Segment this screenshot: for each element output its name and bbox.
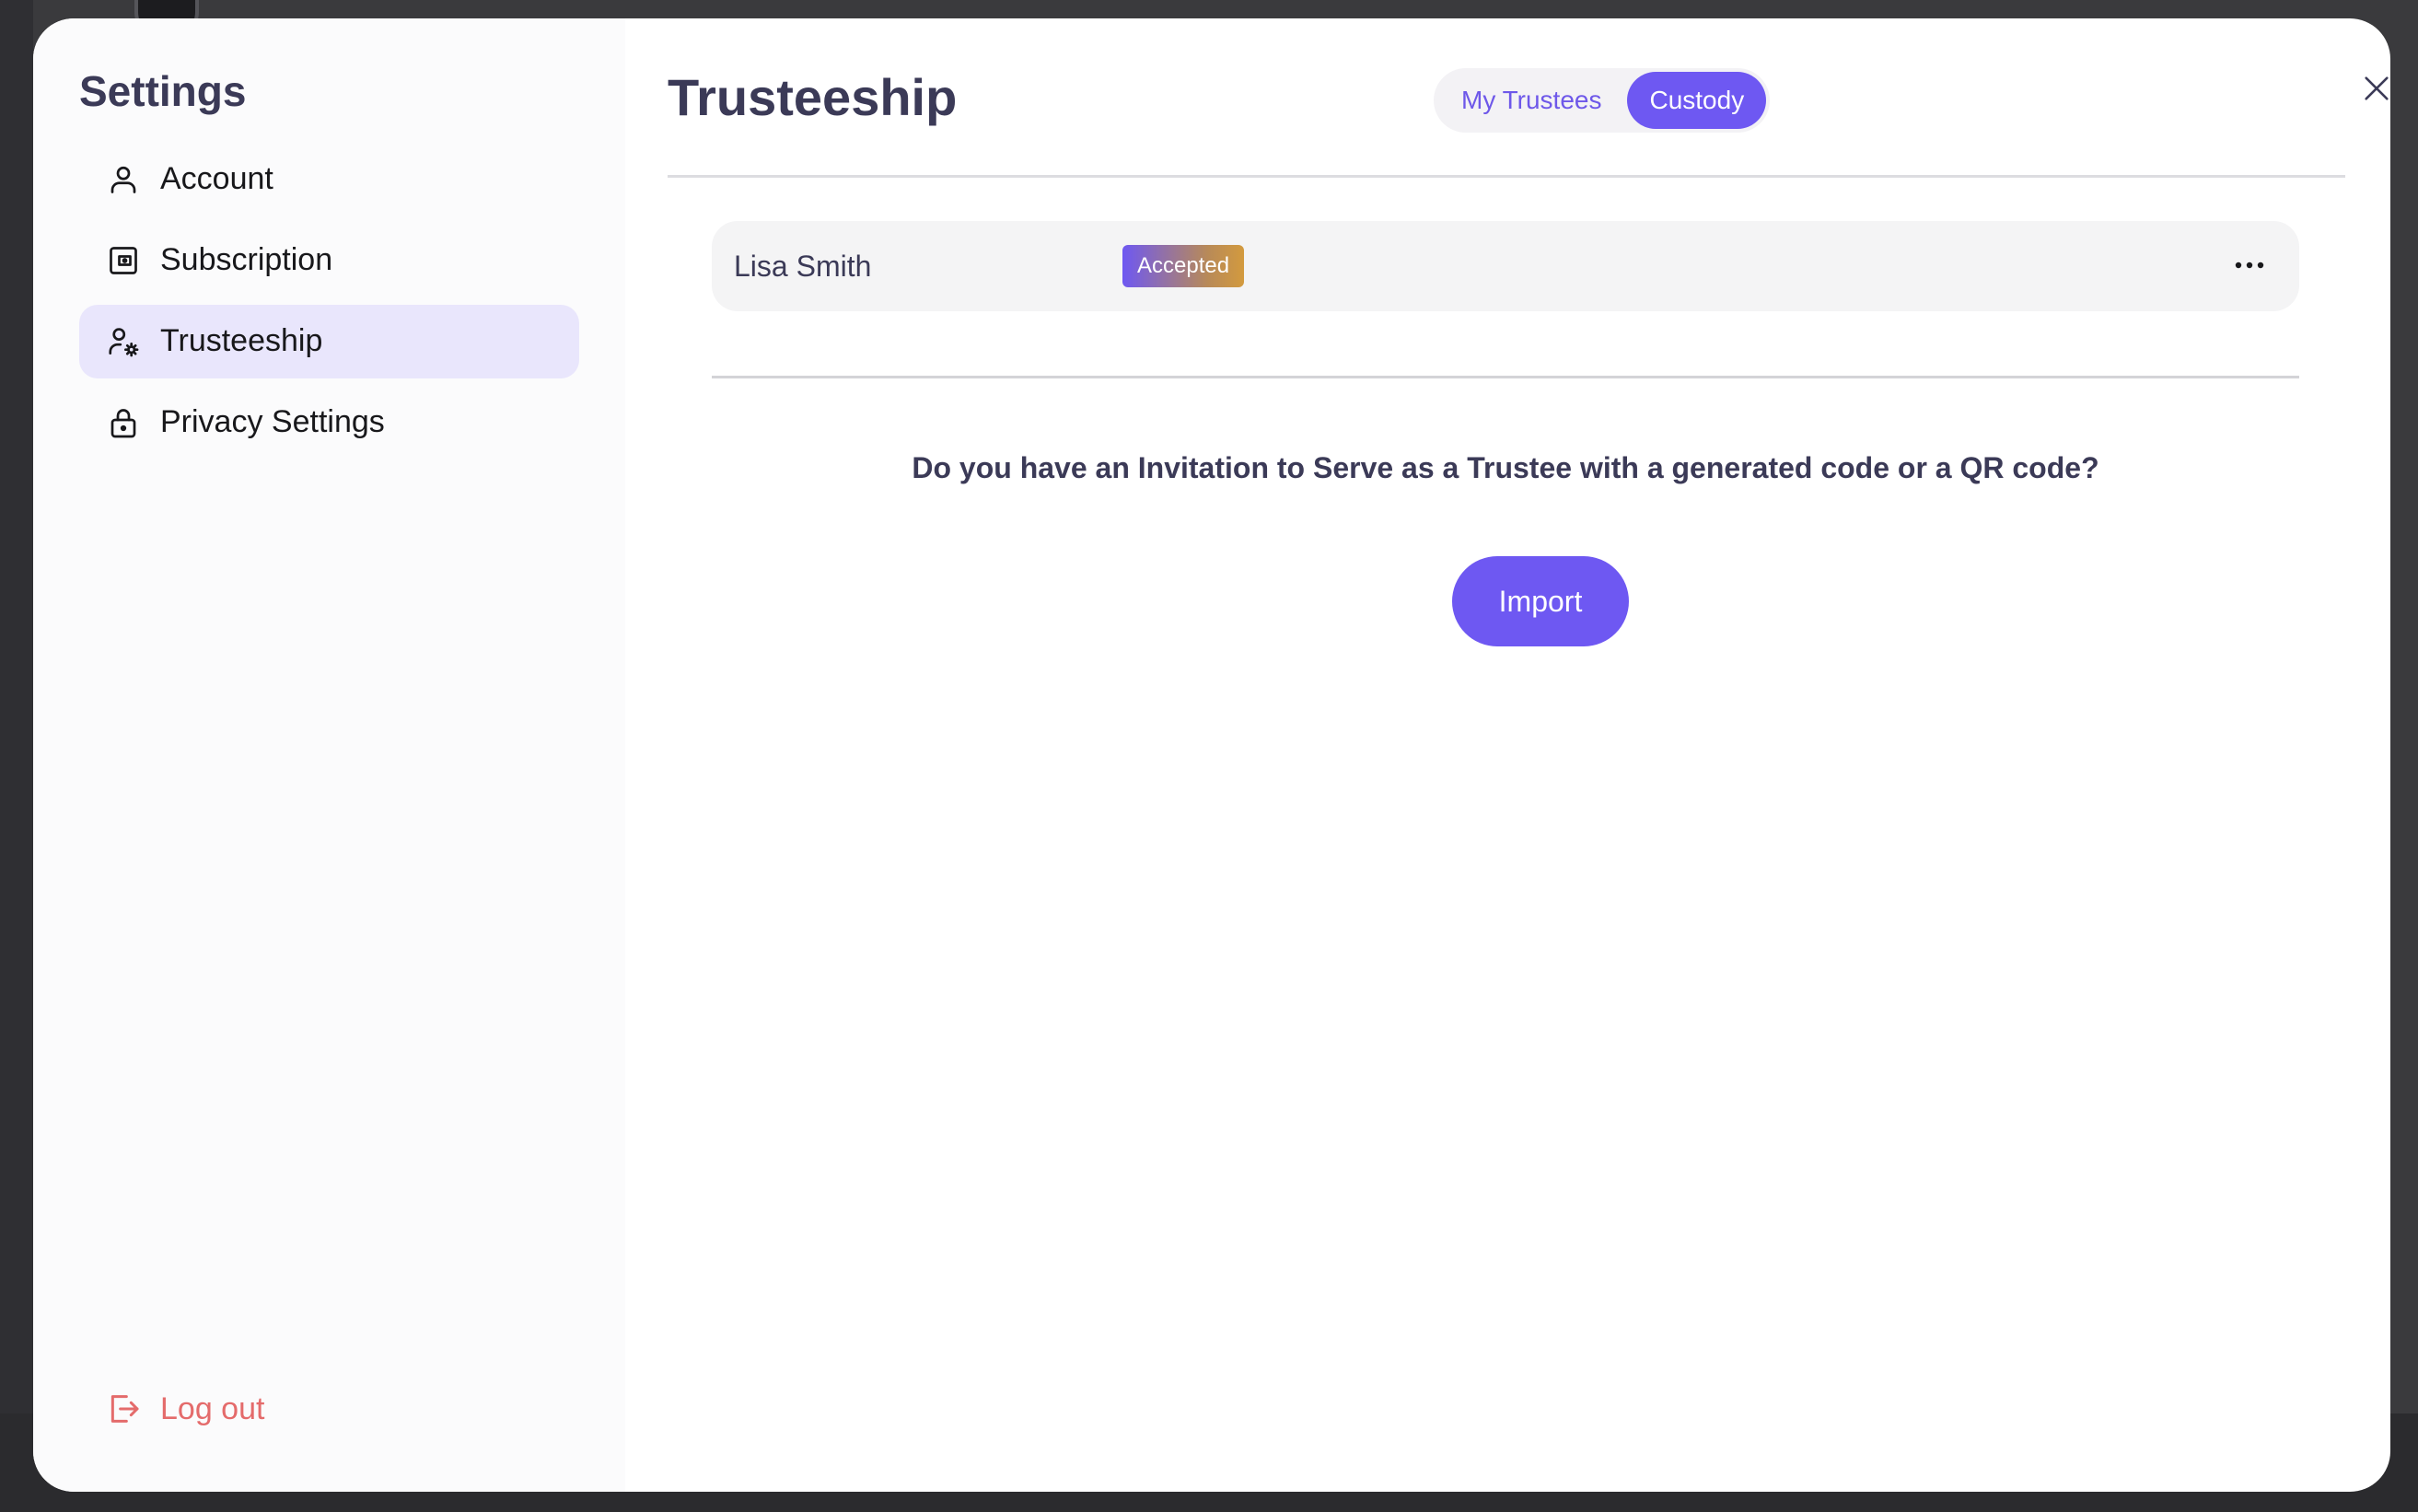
close-button[interactable] [2353, 66, 2390, 114]
more-horizontal-icon [2234, 258, 2265, 274]
logout-label: Log out [160, 1390, 265, 1426]
sidebar-item-label: Account [160, 161, 273, 197]
user-gear-icon [105, 323, 142, 360]
lock-icon [105, 404, 142, 441]
trustee-name: Lisa Smith [734, 249, 872, 283]
more-options-button[interactable] [2227, 244, 2272, 288]
settings-content: Trusteeship My Trustees Custody Lisa Smi… [625, 18, 2390, 1492]
status-badge: Accepted [1122, 245, 1245, 287]
logout-button[interactable]: Log out [105, 1390, 264, 1427]
trusteeship-tabs: My Trustees Custody [1434, 68, 1771, 133]
close-icon [2361, 73, 2390, 109]
sidebar-item-label: Subscription [160, 242, 333, 278]
wallet-icon [105, 242, 142, 279]
invite-question: Do you have an Invitation to Serve as a … [912, 451, 2099, 484]
logout-icon [105, 1390, 142, 1427]
sidebar-item-privacy-settings[interactable]: Privacy Settings [79, 386, 579, 459]
sidebar-title: Settings [79, 67, 247, 115]
backdrop [0, 0, 33, 1512]
tab-custody[interactable]: Custody [1627, 72, 1767, 129]
user-icon [105, 161, 142, 198]
tab-my-trustees[interactable]: My Trustees [1437, 72, 1623, 129]
header-divider [668, 175, 2345, 178]
page-title: Trusteeship [668, 68, 958, 126]
sidebar-item-trusteeship[interactable]: Trusteeship [79, 304, 579, 378]
sidebar-item-subscription[interactable]: Subscription [79, 224, 579, 297]
section-divider [712, 376, 2299, 378]
import-button[interactable]: Import [1452, 556, 1629, 646]
sidebar-item-account[interactable]: Account [79, 143, 579, 216]
settings-sidebar: Settings Account Subscription Trusteeshi… [33, 18, 625, 1492]
trustee-row[interactable]: Lisa Smith Accepted [712, 221, 2299, 311]
sidebar-item-label: Privacy Settings [160, 404, 385, 440]
settings-modal: Settings Account Subscription Trusteeshi… [33, 18, 2390, 1492]
sidebar-item-label: Trusteeship [160, 323, 323, 359]
